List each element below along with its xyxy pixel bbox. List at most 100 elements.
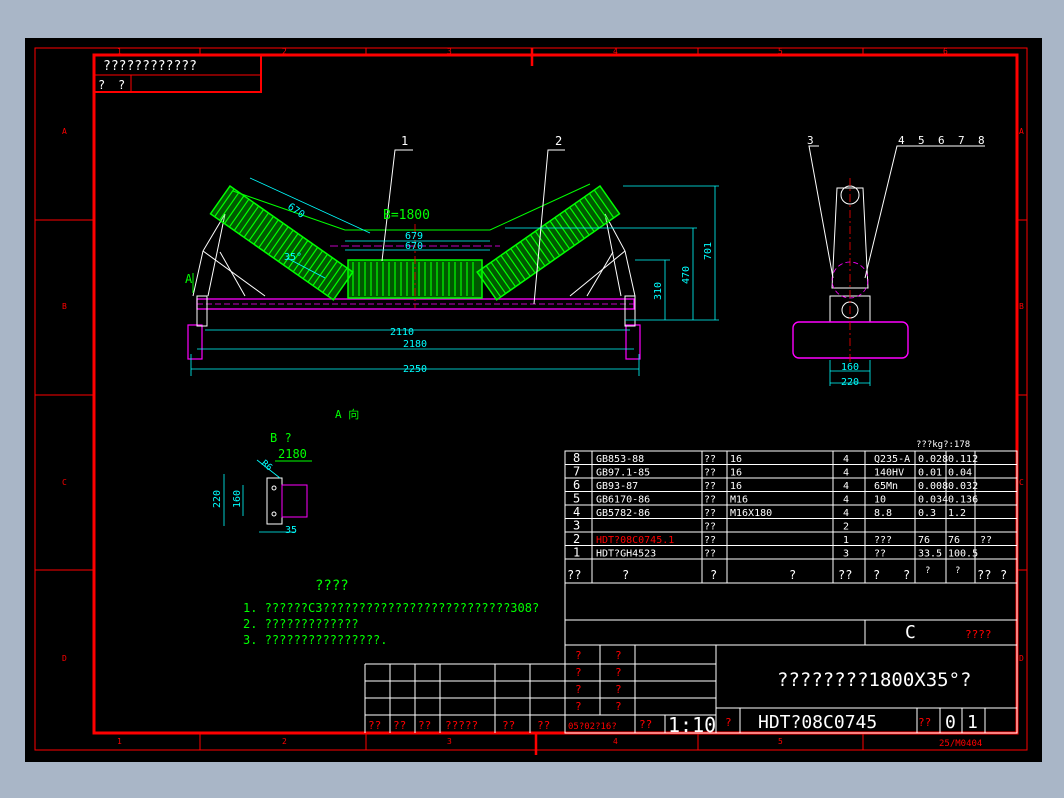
bom-row-w1: 0.028 [918, 454, 948, 465]
bom-h-mat2: ? [903, 568, 910, 582]
bom-row-name: ?? [704, 508, 716, 519]
bom-h-mat: ? [873, 568, 880, 582]
callout-7: 7 [958, 134, 965, 147]
zone-col-3b: 3 [447, 737, 452, 746]
bom-row-spec: M16X180 [730, 508, 772, 519]
bom-row-mat: ??? [874, 535, 892, 546]
note-1: 1. ??????C3??????????????????????????308… [243, 601, 539, 615]
bom-h-name: ? [710, 568, 717, 582]
bom-row-code: HDT?GH4523 [596, 549, 656, 560]
bottom-cell-5: ?? [502, 719, 515, 732]
bottom-cell-6: ?? [537, 719, 550, 732]
callout-1: 1 [401, 134, 408, 148]
bom-row-w2: 0.04 [948, 468, 972, 479]
detail-b-220: 220 [212, 490, 223, 508]
bom-row-code: GB6170-86 [596, 495, 650, 506]
bom-row-qty: 4 [843, 481, 849, 492]
bom-row-no: 3 [573, 519, 580, 533]
left-roller [209, 184, 354, 301]
zone-col-5: 5 [778, 47, 783, 56]
bottom-cell-3: ?? [418, 719, 431, 732]
bom-row-qty: 3 [843, 549, 849, 560]
callout-2: 2 [555, 134, 562, 148]
zone-row-b-r: B [1019, 302, 1024, 311]
bom-row-spec: 16 [730, 454, 742, 465]
header-cell-1: ? [98, 78, 105, 92]
bom-h-note2: ? [1000, 568, 1007, 582]
bottom-cell-4: ????? [445, 719, 478, 732]
bom-row-spec: 16 [730, 481, 742, 492]
header-title: ???????????? [103, 59, 197, 74]
bom-row-no: 4 [573, 505, 580, 519]
bom-row-no: 1 [573, 546, 580, 560]
bom-row-qty: 4 [843, 508, 849, 519]
bom-table: ???kg?:178 8 GB853-88?? 16 4 Q235-A 0.028 0.11… [564, 440, 1018, 584]
bom-row-w2: 76 [948, 535, 960, 546]
sheet-a: 0 [945, 712, 956, 733]
zone-col-2b: 2 [282, 737, 287, 746]
zone-col-4b: 4 [613, 737, 618, 746]
sheet-b: 1 [967, 712, 978, 733]
dim-310: 310 [653, 282, 664, 300]
sheet-label: ?? [918, 716, 931, 729]
side-dim-160: 160 [841, 362, 859, 373]
zone-row-b: B [62, 302, 67, 311]
bom-row-w1: 0.01 [918, 468, 942, 479]
bom-h-code: ? [622, 568, 629, 582]
bom-row-w1: 0.034 [918, 495, 948, 506]
bom-row-code: GB853-88 [596, 454, 644, 465]
sign-cell-6: ? [615, 683, 622, 696]
bom-h-note: ?? [977, 568, 991, 582]
dim-670-incline: 670 [285, 201, 306, 220]
detail-b-35: 35 [285, 525, 297, 536]
bom-row-no: 5 [573, 492, 580, 506]
sign-cell-3: ? [575, 666, 582, 679]
bom-row-w1: 0.008 [918, 481, 948, 492]
stage-label: ???? [965, 628, 992, 641]
bom-row-qty: 4 [843, 495, 849, 506]
bom-row-code: GB97.1-85 [596, 468, 650, 479]
bom-row-note: ?? [980, 535, 992, 546]
bom-row-no: 6 [573, 478, 580, 492]
bom-row-qty: 4 [843, 468, 849, 479]
bom-weight-note: ???kg?:178 [916, 440, 970, 450]
bottom-cell-7: 05?02?16? [568, 722, 617, 732]
format-code: 25/M0404 [939, 739, 982, 749]
bom-row-name: ?? [704, 495, 716, 506]
detail-b-title: B ? [270, 431, 292, 445]
side-dim-220: 220 [841, 377, 859, 388]
bom-row-qty: 4 [843, 454, 849, 465]
drawing-number: HDT?08C0745 [758, 712, 877, 733]
side-view: 3 4 5 6 7 8 160 220 [792, 134, 985, 388]
scale-label: ?? [639, 718, 652, 731]
bom-row-w1: 0.3 [918, 508, 936, 519]
front-view: 1 2 B=1800 A 670 679 670 35° 2110 2180 2… [185, 134, 719, 421]
bom-row-name: ?? [704, 522, 716, 533]
sign-cell-8: ? [615, 700, 622, 713]
callout-5: 5 [918, 134, 925, 147]
zone-row-d-r: D [1019, 654, 1024, 663]
sign-cell-2: ? [615, 649, 622, 662]
bom-row-mat: 140HV [874, 468, 904, 479]
dim-701: 701 [703, 242, 714, 260]
detail-b-2180: 2180 [278, 447, 307, 461]
bom-row-w2: 1.2 [948, 508, 966, 519]
zone-col-5b: 5 [778, 737, 783, 746]
sign-cell-4: ? [615, 666, 622, 679]
center-roller-stripes [352, 262, 474, 296]
belt-width-label: B=1800 [383, 208, 430, 223]
bom-row-mat: Q235-A [874, 454, 910, 465]
bom-row-w2: 0.032 [948, 481, 978, 492]
sign-cell-7: ? [575, 700, 582, 713]
zone-row-c-r: C [1019, 478, 1024, 487]
bom-row-code: GB5782-86 [596, 508, 650, 519]
bom-row-name: ?? [704, 468, 716, 479]
bom-row-w2: 0.112 [948, 454, 978, 465]
bom-row-mat: 65Mn [874, 481, 898, 492]
bom-row-name: ?? [704, 454, 716, 465]
callout-8: 8 [978, 134, 985, 147]
drawing-sheet: 1 2 3 4 5 6 1 2 3 4 5 A B C D A B C D ??… [25, 38, 1042, 762]
view-a-caption: A 向 [335, 407, 359, 421]
bom-h-w1b: ? [955, 566, 960, 576]
bom-row-mat: ?? [874, 549, 886, 560]
